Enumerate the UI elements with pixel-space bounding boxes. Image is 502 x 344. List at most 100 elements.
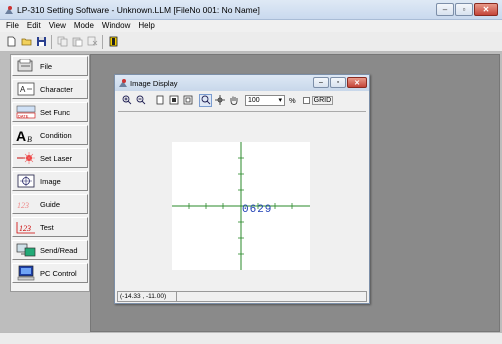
sidebar-item-label: Send/Read — [40, 245, 78, 255]
sidebar-item-set-laser[interactable]: Set Laser — [12, 148, 88, 168]
character-icon: A — [16, 81, 36, 97]
main-toolbar — [0, 32, 502, 52]
sidebar-item-file[interactable]: File — [12, 56, 88, 76]
zoom-percent-label: % — [289, 95, 296, 105]
zoom-select[interactable]: 100 ▾ — [245, 94, 285, 106]
status-panel — [177, 291, 367, 302]
grid-checkbox-box[interactable] — [302, 96, 310, 104]
sidebar-item-label: Image — [40, 176, 61, 186]
copy-icon — [57, 36, 67, 47]
magnify-icon — [201, 95, 210, 105]
sidebar-item-send-read[interactable]: Send/Read — [12, 240, 88, 260]
sidebar-item-label: Test — [40, 222, 54, 232]
move-tool-button[interactable] — [213, 94, 226, 107]
fit-button[interactable] — [167, 94, 180, 107]
preview-text: 0629 — [242, 204, 272, 216]
sidebar-item-guide[interactable]: 123 Guide — [12, 194, 88, 214]
sidebar-item-character[interactable]: A Character — [12, 79, 88, 99]
sidebar-empty-area — [10, 292, 90, 332]
maximize-icon: ▫ — [462, 5, 466, 14]
image-display-window: Image Display – ▫ ✕ 100 ▾ % GRID 0629 (-… — [114, 74, 370, 304]
zoom-in-button[interactable] — [120, 94, 133, 107]
sidebar-item-label: Condition — [40, 130, 72, 140]
cut-button[interactable] — [85, 35, 99, 49]
magnify-tool-button[interactable] — [199, 93, 212, 107]
stop-button[interactable] — [106, 35, 120, 49]
date-icon: DATE — [16, 104, 36, 120]
image-display-statusbar: (-14.33 , -11.00) — [117, 291, 367, 302]
minimize-button[interactable]: – — [436, 3, 454, 16]
save-button[interactable] — [34, 35, 48, 49]
grid-checkbox[interactable]: GRID — [302, 95, 334, 105]
svg-text:B: B — [27, 135, 32, 143]
frame-button[interactable] — [181, 94, 194, 107]
toolbar-separator — [51, 34, 52, 49]
cut-icon — [87, 36, 97, 46]
hand-icon — [230, 96, 237, 105]
move-icon — [214, 95, 225, 105]
sidebar-item-label: PC Control — [40, 268, 77, 278]
grid-label: GRID — [311, 95, 334, 105]
image-preview: 0629 — [172, 142, 310, 270]
open-button[interactable] — [19, 35, 33, 49]
menu-help[interactable]: Help — [138, 20, 154, 32]
mode-sidebar: File A Character DATE Set Func AB Condit… — [10, 54, 90, 292]
laser-icon — [16, 150, 36, 166]
paste-button[interactable] — [70, 35, 84, 49]
sidebar-item-label: File — [40, 61, 53, 71]
sidebar-item-condition[interactable]: AB Condition — [12, 125, 88, 145]
stop-icon — [109, 36, 117, 47]
image-display-title: Image Display — [130, 79, 178, 88]
save-icon — [36, 37, 46, 46]
svg-text:A: A — [16, 128, 26, 143]
menu-window[interactable]: Window — [102, 20, 130, 32]
sidebar-item-label: Set Func — [40, 107, 71, 117]
file-icon — [16, 58, 36, 74]
svg-text:123: 123 — [19, 224, 31, 233]
child-maximize-button[interactable]: ▫ — [330, 77, 346, 88]
child-close-button[interactable]: ✕ — [347, 77, 367, 88]
new-icon — [7, 36, 15, 47]
sidebar-item-set-func[interactable]: DATE Set Func — [12, 102, 88, 122]
title-bar: LP-310 Setting Software - Unknown.LLM [F… — [0, 0, 502, 20]
image-display-toolbar: 100 ▾ % GRID — [117, 91, 367, 109]
minimize-icon: – — [442, 5, 448, 14]
maximize-icon: ▫ — [336, 79, 340, 86]
page-icon — [156, 95, 163, 105]
menu-file[interactable]: File — [6, 20, 19, 32]
main-statusbar — [0, 332, 502, 344]
guide-icon: 123 — [16, 196, 36, 212]
sidebar-item-label: Set Laser — [40, 153, 73, 163]
maximize-button[interactable]: ▫ — [455, 3, 473, 16]
preview-graphic: 0629 — [172, 142, 310, 270]
svg-text:DATE: DATE — [18, 114, 29, 119]
send-read-icon — [16, 242, 36, 258]
zoom-out-icon — [136, 95, 145, 105]
cursor-coordinates: (-14.33 , -11.00) — [117, 291, 177, 302]
close-icon: ✕ — [354, 79, 360, 87]
pc-icon — [16, 265, 36, 281]
copy-button[interactable] — [55, 35, 69, 49]
menu-view[interactable]: View — [49, 20, 66, 32]
sidebar-item-image[interactable]: Image — [12, 171, 88, 191]
sidebar-item-test[interactable]: 123 Test — [12, 217, 88, 237]
sidebar-item-pc-control[interactable]: PC Control — [12, 263, 88, 283]
hand-tool-button[interactable] — [227, 94, 240, 107]
image-display-titlebar[interactable]: Image Display – ▫ ✕ — [115, 75, 369, 91]
page-button[interactable] — [153, 94, 166, 107]
fit-icon — [169, 95, 178, 105]
toolbar-separator — [102, 34, 103, 49]
close-button[interactable]: ✕ — [474, 3, 498, 16]
new-button[interactable] — [4, 35, 18, 49]
child-minimize-button[interactable]: – — [313, 77, 329, 88]
zoom-out-button[interactable] — [134, 94, 147, 107]
open-icon — [21, 38, 31, 46]
sidebar-item-label: Guide — [40, 199, 61, 209]
minimize-icon: – — [319, 79, 323, 86]
app-icon — [5, 6, 13, 14]
condition-icon: AB — [16, 127, 36, 143]
menu-mode[interactable]: Mode — [74, 20, 94, 32]
menu-edit[interactable]: Edit — [27, 20, 41, 32]
svg-text:A: A — [20, 85, 26, 94]
zoom-value: 100 — [248, 96, 260, 104]
